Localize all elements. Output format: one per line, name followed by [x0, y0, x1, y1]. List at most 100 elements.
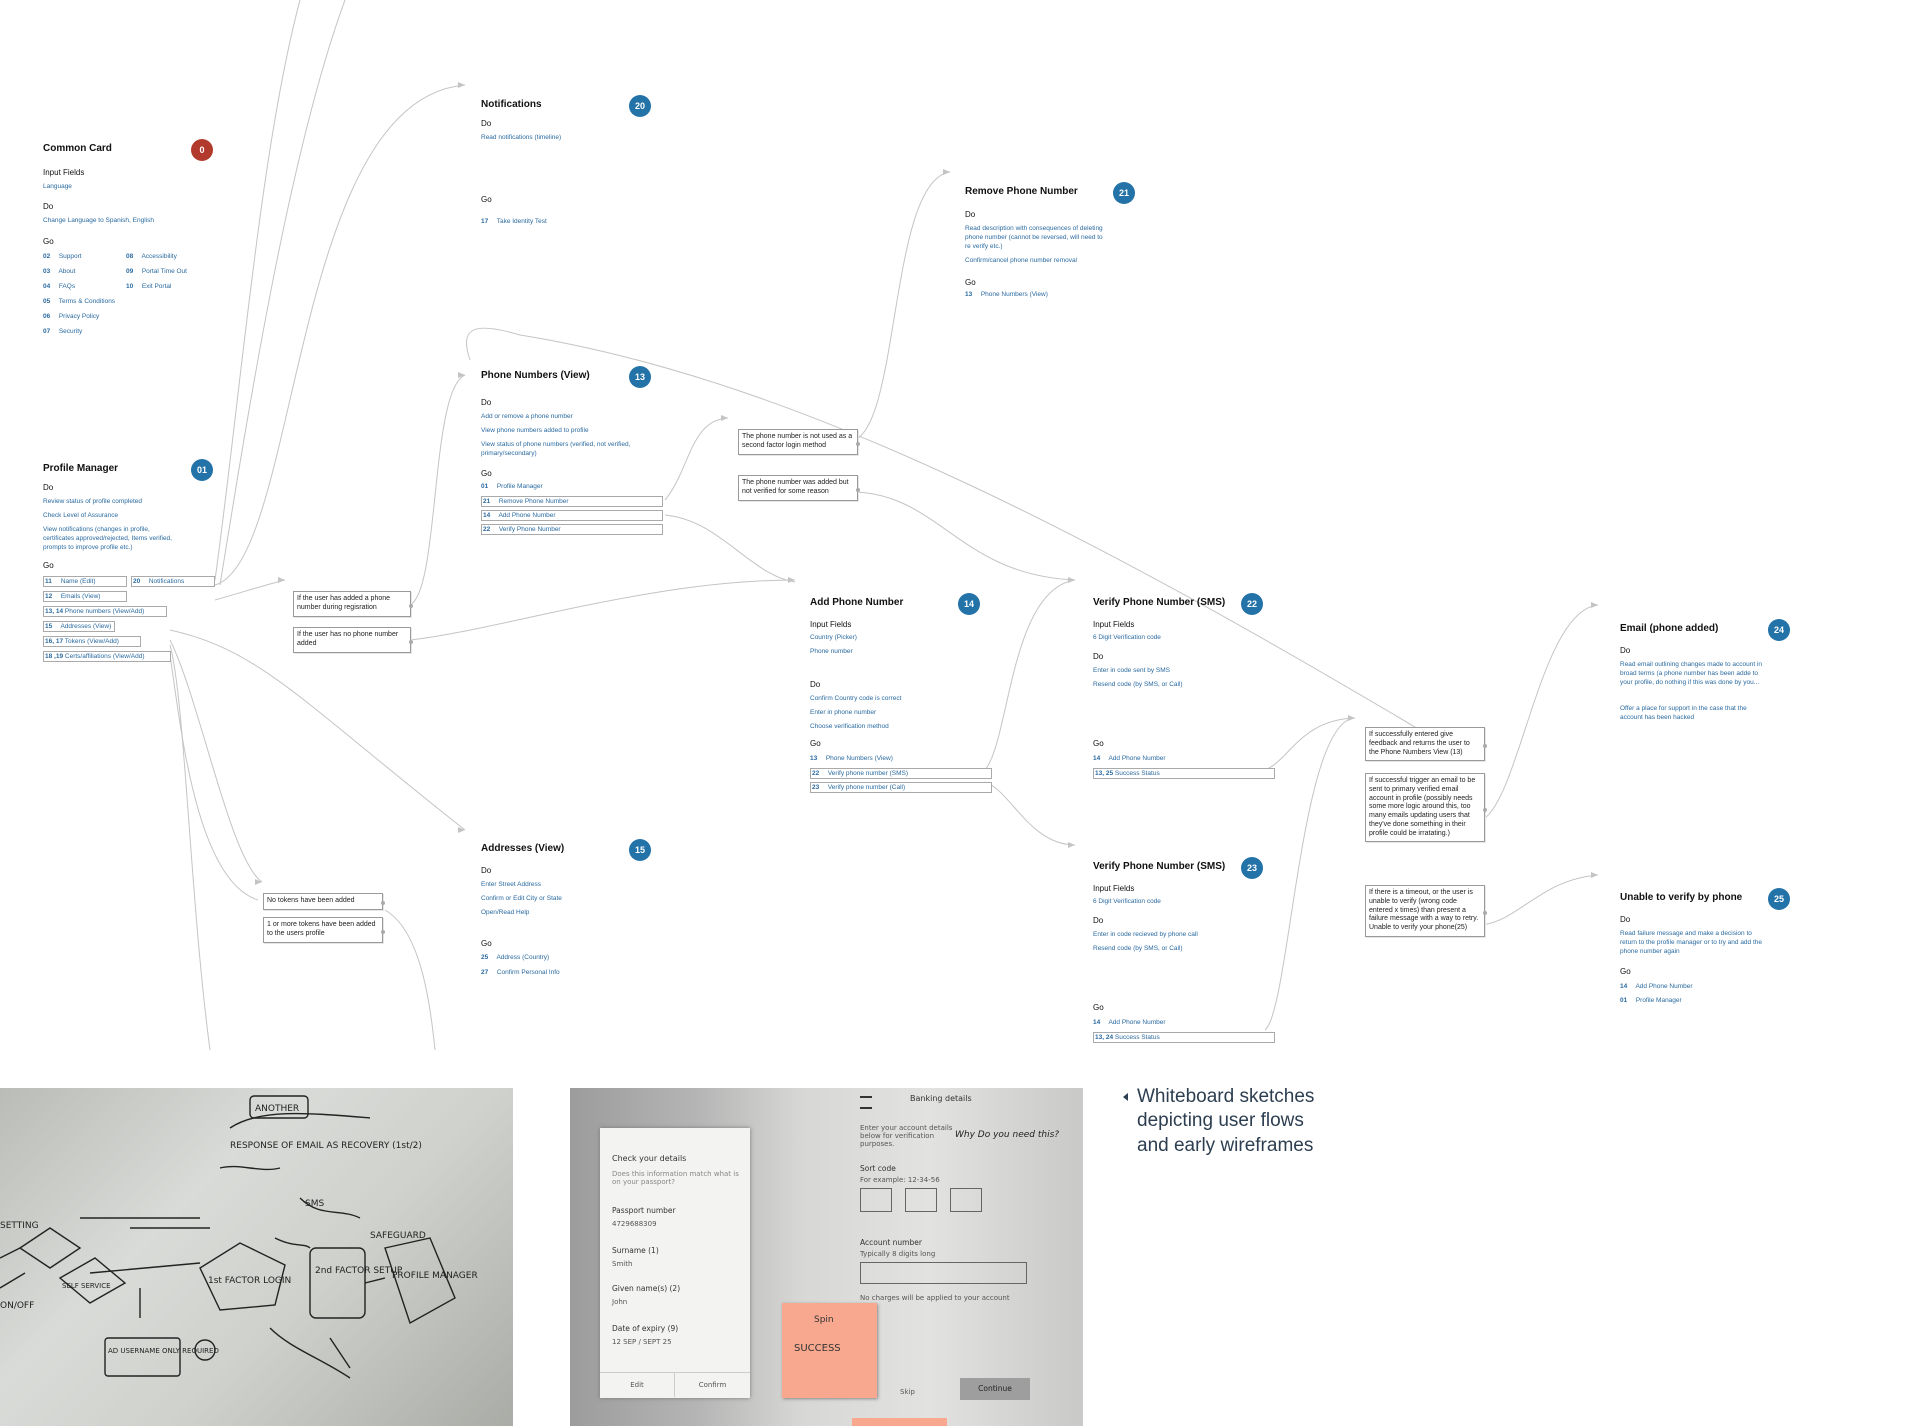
sticky-note: Spin SUCCESS [782, 1303, 877, 1398]
go-link[interactable]: 07 Security [43, 328, 82, 335]
input-field-link[interactable]: 6 Digit Verification code [1093, 634, 1271, 643]
skip-link[interactable]: Skip [900, 1388, 915, 1396]
do-link[interactable]: Enter in code sent by SMS [1093, 667, 1271, 676]
expiry-value: 12 SEP / SEPT 25 [612, 1338, 672, 1346]
do-link[interactable]: Offer a place for support in the case th… [1620, 705, 1765, 723]
go-link[interactable]: 14 Add Phone Number [481, 510, 663, 521]
do-link[interactable]: Enter in phone number [810, 709, 988, 718]
go-link[interactable]: 22 Verify phone number (SMS) [810, 768, 992, 779]
go-link[interactable]: 03 About [43, 268, 75, 275]
card-title: Common Card [43, 143, 112, 154]
go-link[interactable]: 04 FAQs [43, 283, 75, 290]
go-link[interactable]: 12 Emails (View) [43, 591, 127, 602]
input-field-link[interactable]: Country (Picker) [810, 634, 988, 643]
card-badge: 13 [629, 366, 651, 388]
sort-code-field[interactable] [860, 1188, 892, 1212]
do-link[interactable]: Resend code (by SMS, or Call) [1093, 945, 1271, 954]
do-link[interactable]: Open/Read Help [481, 909, 659, 918]
do-link[interactable]: Choose verification method [810, 723, 988, 732]
input-field-link[interactable]: Phone number [810, 648, 988, 657]
go-link[interactable]: 23 Verify phone number (Call) [810, 782, 992, 793]
account-field[interactable] [860, 1262, 1027, 1284]
go-link[interactable]: 08 Accessibility [126, 253, 177, 260]
go-link[interactable]: 11 Name (Edit) [43, 576, 127, 587]
do-link[interactable]: Enter Street Address [481, 881, 659, 890]
confirm-button[interactable]: Confirm [675, 1372, 750, 1397]
do-link[interactable]: View phone numbers added to profile [481, 427, 659, 436]
go-link[interactable]: 25 Address (Country) [481, 954, 549, 961]
do-link[interactable]: Enter in code recieved by phone call [1093, 931, 1271, 940]
do-link[interactable]: Check Level of Assurance [43, 512, 221, 521]
go-link[interactable]: 13, 14 Phone numbers (View/Add) [43, 606, 167, 617]
go-link[interactable]: 18 ,19 Certs/affiliations (View/Add) [43, 651, 171, 662]
sticky-note-text: Spin [814, 1315, 834, 1325]
photo-caption: Whiteboard sketches depicting user flows… [1123, 1085, 1337, 1158]
go-label: Go [1093, 1003, 1104, 1012]
sort-code-label: Sort code [860, 1164, 896, 1173]
do-link[interactable]: Read failure message and make a decision… [1620, 930, 1765, 956]
go-link[interactable]: 16, 17 Tokens (View/Add) [43, 636, 141, 647]
sketch-text: SMS [305, 1199, 324, 1209]
do-link[interactable]: Read description with consequences of de… [965, 225, 1105, 251]
input-fields-label: Input Fields [1093, 620, 1135, 629]
go-link[interactable]: 15 Addresses (View) [43, 621, 115, 632]
menu-icon[interactable] [860, 1096, 872, 1109]
go-link[interactable]: 14 Add Phone Number [1093, 755, 1166, 762]
go-link[interactable]: 13, 25 Success Status [1093, 768, 1275, 779]
go-link[interactable]: 13, 24 Success Status [1093, 1032, 1275, 1043]
sticky-note-text: SUCCESS [794, 1343, 841, 1354]
card-title: Notifications [481, 99, 542, 110]
sort-code-field[interactable] [950, 1188, 982, 1212]
go-link[interactable]: 21 Remove Phone Number [481, 496, 663, 507]
do-label: Do [481, 398, 492, 407]
card-badge: 20 [629, 95, 651, 117]
go-link[interactable]: 10 Exit Portal [126, 283, 171, 290]
do-link[interactable]: Confirm or Edit City or State [481, 895, 659, 904]
go-link[interactable]: 17 Take Identity Test [481, 218, 547, 225]
go-link[interactable]: 02 Support [43, 253, 82, 260]
do-label: Do [1620, 646, 1631, 655]
go-link[interactable]: 01 Profile Manager [1620, 997, 1682, 1004]
go-link[interactable]: 13 Phone Numbers (View) [810, 755, 893, 762]
go-link[interactable]: 14 Add Phone Number [1620, 983, 1693, 990]
do-link[interactable]: Read notifications (timeline) [481, 134, 659, 143]
input-fields-label: Input Fields [43, 168, 85, 177]
go-link[interactable]: 05 Terms & Conditions [43, 298, 115, 305]
input-field-link[interactable]: 6 Digit Verification code [1093, 898, 1271, 907]
do-link[interactable]: Confirm Country code is correct [810, 695, 988, 704]
card-badge: 15 [629, 839, 651, 861]
do-link[interactable]: Add or remove a phone number [481, 413, 659, 422]
go-link[interactable]: 06 Privacy Policy [43, 313, 99, 320]
go-link[interactable]: 01 Profile Manager [481, 483, 543, 490]
go-link[interactable]: 13 Phone Numbers (View) [965, 291, 1048, 298]
go-label: Go [43, 561, 54, 570]
do-label: Do [810, 680, 821, 689]
go-link[interactable]: 27 Confirm Personal Info [481, 969, 560, 976]
sketch-text: RESPONSE OF EMAIL AS RECOVERY (1st/2) [230, 1141, 422, 1151]
do-link[interactable]: Read email outlining changes made to acc… [1620, 661, 1765, 687]
caret-left-icon [1123, 1093, 1128, 1101]
edit-button[interactable]: Edit [600, 1372, 675, 1397]
card-title: Phone Numbers (View) [481, 370, 590, 381]
card-badge: 23 [1241, 857, 1263, 879]
do-link[interactable]: View status of phone numbers (verified, … [481, 441, 631, 459]
card-title: Email (phone added) [1620, 623, 1719, 634]
condition-note: If the user has added a phone number dur… [293, 591, 413, 617]
go-link[interactable]: 14 Add Phone Number [1093, 1019, 1166, 1026]
sketch-text: ON/OFF [0, 1301, 34, 1311]
sort-code-field[interactable] [905, 1188, 937, 1212]
continue-button[interactable]: Continue [960, 1378, 1030, 1400]
passport-value: 4729688309 [612, 1220, 657, 1228]
do-link[interactable]: Confirm/cancel phone number removal [965, 257, 1143, 266]
do-link[interactable]: View notifications (changes in profile, … [43, 526, 178, 552]
account-label: Account number [860, 1238, 922, 1247]
do-link[interactable]: Change Language to Spanish, English [43, 217, 221, 226]
charges-note: No charges will be applied to your accou… [860, 1294, 1010, 1302]
go-link[interactable]: 22 Verify Phone Number [481, 524, 663, 535]
go-link[interactable]: 20 Notifications [131, 576, 215, 587]
condition-note: The phone number is not used as a second… [738, 429, 860, 455]
do-link[interactable]: Resend code (by SMS, or Call) [1093, 681, 1271, 690]
go-link[interactable]: 09 Portal Time Out [126, 268, 187, 275]
input-field-link[interactable]: Language [43, 183, 221, 192]
do-link[interactable]: Review status of profile completed [43, 498, 221, 507]
